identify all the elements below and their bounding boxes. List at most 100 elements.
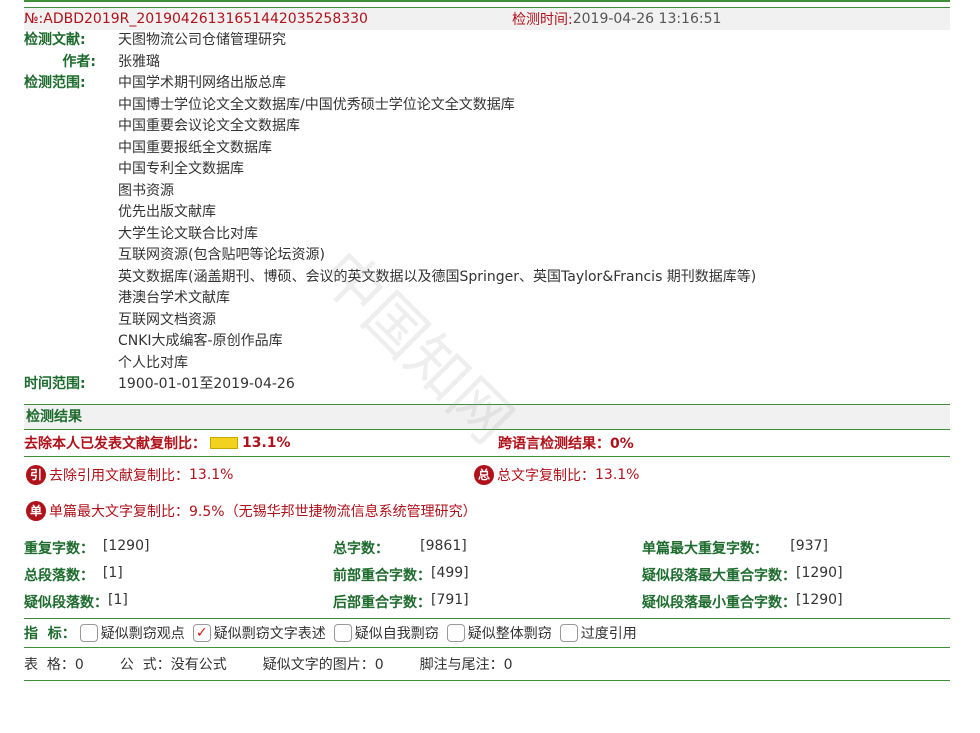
scope-item: 中国重要报纸全文数据库 <box>118 139 272 156</box>
single-max-dup-label: 单篇最大重复字数： <box>642 541 768 557</box>
report: №:ADBD2019R_20190426131651442035258330 检… <box>24 0 950 681</box>
check-time-label: 检测时间: <box>512 12 573 28</box>
indicator-text-expression[interactable]: ✓ 疑似剽窃文字表述 <box>192 623 326 643</box>
excl-self-ratio: 去除本人已发表文献复制比： 13.1% <box>24 433 498 453</box>
scope-item: CNKI大成编客-原创作品库 <box>118 333 283 349</box>
total-chars-value: [9861] <box>420 538 467 554</box>
scope-item: 图书资源 <box>118 182 174 199</box>
front-overlap-value: [499] <box>431 565 469 581</box>
sus-para: 疑似段落数： [1] <box>24 592 333 612</box>
scope-item: 中国学术期刊网络出版总库 <box>118 75 286 91</box>
excl-cite-value: 13.1% <box>189 466 234 483</box>
scope-item: 互联网资源(包含贴吧等论坛资源) <box>118 247 325 263</box>
total-chars-label: 总字数： <box>333 541 389 557</box>
sus-para-max-label: 疑似段落最大重合字数： <box>642 568 796 584</box>
total-label: 总文字复制比： <box>497 467 595 484</box>
single-label: 单篇最大文字复制比： <box>49 503 189 520</box>
scope-item: 个人比对库 <box>118 354 188 371</box>
total-para-value: [1] <box>102 565 123 581</box>
indicator-label-text: 疑似剽窃观点 <box>100 625 185 642</box>
checkbox-checked-icon[interactable]: ✓ <box>192 623 211 642</box>
scope-item: 互联网文档资源 <box>118 311 216 328</box>
title-label: 检测文献: <box>24 32 86 48</box>
indicator-label-text: 疑似剽窃文字表述 <box>213 625 326 642</box>
indicator-viewpoint[interactable]: 疑似剽窃观点 <box>79 623 185 643</box>
stats-row: 疑似段落数： [1] 后部重合字数： [791] 疑似段落最小重合字数： [1290] <box>24 589 950 616</box>
cross-lang-value: 0% <box>610 435 634 452</box>
author-value: 张雅璐 <box>118 53 160 70</box>
excl-cite-label: 去除引用文献复制比： <box>49 467 189 484</box>
back-overlap-value: [791] <box>431 592 469 608</box>
results-title: 检测结果 <box>24 404 950 430</box>
checkbox-icon[interactable] <box>559 623 578 642</box>
report-number: №:ADBD2019R_20190426131651442035258330 <box>24 11 368 27</box>
sus-para-max-value: [1290] <box>796 565 843 581</box>
total-para: 总段落数： [1] <box>24 565 333 585</box>
indicator-label-text: 疑似整体剽窃 <box>467 625 552 642</box>
indicator-label-text: 疑似自我剽窃 <box>354 625 439 642</box>
sus-para-min: 疑似段落最小重合字数： [1290] <box>642 592 950 612</box>
author-row: 作者: 张雅璐 <box>24 52 950 74</box>
sus-para-max: 疑似段落最大重合字数： [1290] <box>642 565 950 585</box>
indicator-label-text: 过度引用 <box>580 625 637 642</box>
dup-chars-value: [1290] <box>102 538 150 554</box>
indicator-self-plagiarism[interactable]: 疑似自我剽窃 <box>333 623 439 643</box>
scope-item: 中国重要会议论文全文数据库 <box>118 118 300 134</box>
scope-label: 检测范围: <box>24 75 86 91</box>
images-count: 疑似文字的图片：0 <box>262 656 384 673</box>
cite-badge-icon: 引 <box>26 464 46 485</box>
time-range-label: 时间范围: <box>24 376 86 392</box>
check-time-value: 2019-04-26 13:16:51 <box>572 11 722 27</box>
scope-item: 中国博士学位论文全文数据库/中国优秀硕士学位论文全文数据库 <box>118 96 515 113</box>
stats-row: 重复字数： [1290] 总字数： [9861] 单篇最大重复字数： [937] <box>24 535 950 562</box>
sus-para-label: 疑似段落数： <box>24 595 108 611</box>
total-value: 13.1% <box>595 466 640 483</box>
sus-para-value: [1] <box>108 592 128 608</box>
stats-grid: 重复字数： [1290] 总字数： [9861] 单篇最大重复字数： [937]… <box>24 535 950 616</box>
single-max-dup-value: [937] <box>790 538 828 554</box>
scope-item: 中国专利全文数据库 <box>118 161 244 177</box>
single-value: 9.5%（无锡华邦世捷物流信息系统管理研究） <box>189 503 477 520</box>
checkbox-icon[interactable] <box>446 623 465 642</box>
indicator-over-citation[interactable]: 过度引用 <box>559 623 637 643</box>
tables-count: 表 格：0 <box>24 656 84 673</box>
single-badge-icon: 单 <box>26 500 46 521</box>
back-overlap-label: 后部重合字数： <box>333 595 431 611</box>
single-max-ratio: 单 单篇最大文字复制比： 9.5%（无锡华邦世捷物流信息系统管理研究） <box>24 493 950 529</box>
total-para-label: 总段落数： <box>24 568 94 584</box>
title-value: 天图物流公司仓储管理研究 <box>118 32 286 48</box>
checkbox-icon[interactable] <box>333 623 352 642</box>
scope-item: 大学生论文联合比对库 <box>118 225 258 242</box>
total-badge-icon: 总 <box>474 464 494 485</box>
total-ratio: 总 总文字复制比： 13.1% <box>474 464 922 485</box>
ratio-row-2: 引 去除引用文献复制比： 13.1% 总 总文字复制比： 13.1% <box>24 457 950 493</box>
excl-cite-ratio: 引 去除引用文献复制比： 13.1% <box>26 464 474 485</box>
scope-item: 英文数据库(涵盖期刊、博硕、会议的英文数据以及德国Springer、英国Tayl… <box>118 268 757 285</box>
cross-lang-result: 跨语言检测结果：0% <box>498 433 634 453</box>
scope-item: 港澳台学术文献库 <box>118 290 230 306</box>
footer-stats: 表 格：0 公 式：没有公式 疑似文字的图片：0 脚注与尾注：0 <box>24 648 950 681</box>
back-overlap: 后部重合字数： [791] <box>333 592 642 612</box>
scope-item: 优先出版文献库 <box>118 204 216 220</box>
dup-chars-label: 重复字数： <box>24 541 94 557</box>
dup-chars: 重复字数： [1290] <box>24 538 333 558</box>
time-range-value: 1900-01-01至2019-04-26 <box>118 376 295 392</box>
stats-row: 总段落数： [1] 前部重合字数： [499] 疑似段落最大重合字数： [1290] <box>24 562 950 589</box>
single-max-dup: 单篇最大重复字数： [937] <box>642 538 950 558</box>
footnotes-count: 脚注与尾注：0 <box>419 656 513 673</box>
scope-row: 检测范围: 中国学术期刊网络出版总库 中国博士学位论文全文数据库/中国优秀硕士学… <box>24 73 950 374</box>
author-label: 作者: <box>62 53 96 70</box>
checkbox-icon[interactable] <box>79 623 98 642</box>
indicator-bar: 指 标： 疑似剽窃观点 ✓ 疑似剽窃文字表述 疑似自我剽窃 疑似整体剽窃 过度引用 <box>24 617 950 648</box>
front-overlap-label: 前部重合字数： <box>333 568 431 584</box>
front-overlap: 前部重合字数： [499] <box>333 565 642 585</box>
scope-list: 中国学术期刊网络出版总库 中国博士学位论文全文数据库/中国优秀硕士学位论文全文数… <box>118 73 756 374</box>
excl-self-value: 13.1% <box>242 434 291 451</box>
indicator-label: 指 标： <box>24 625 76 642</box>
indicator-whole-plagiarism[interactable]: 疑似整体剽窃 <box>446 623 552 643</box>
sus-para-min-label: 疑似段落最小重合字数： <box>642 595 796 611</box>
formulas-count: 公 式：没有公式 <box>119 656 227 673</box>
excl-self-label: 去除本人已发表文献复制比： <box>24 435 206 452</box>
ratio-row: 去除本人已发表文献复制比： 13.1% 跨语言检测结果：0% <box>24 430 950 457</box>
cross-lang-label: 跨语言检测结果： <box>498 435 610 452</box>
